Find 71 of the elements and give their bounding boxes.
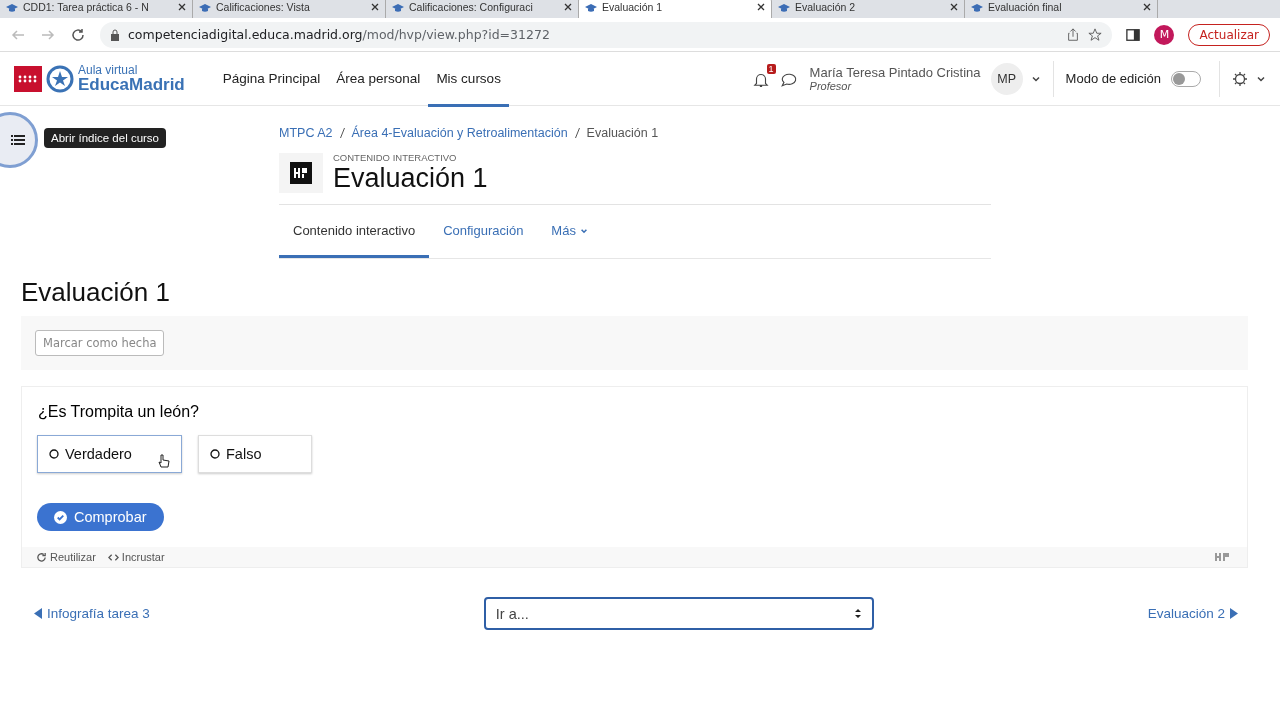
share-icon [1066, 27, 1081, 42]
lock-icon [110, 28, 120, 41]
radio-icon [210, 449, 220, 459]
breadcrumb-link[interactable]: MTPC A2 [279, 126, 333, 140]
profile-avatar[interactable]: M [1154, 24, 1175, 45]
next-link[interactable]: Evaluación 2 [1147, 606, 1238, 621]
page-heading: Evaluación 1 [21, 277, 171, 308]
separator-icon [574, 128, 580, 138]
flag-icon [14, 65, 42, 92]
close-icon[interactable] [564, 3, 572, 11]
logo-subtitle: Aula virtual [78, 64, 139, 76]
notification-badge: 1 [766, 63, 776, 74]
jump-to-select[interactable]: Ir a... [483, 597, 874, 630]
question-text: ¿Es Trompita un león? [38, 403, 200, 421]
user-role: Profesor [809, 80, 852, 92]
sort-arrows-icon [853, 608, 862, 619]
side-panel-icon [1126, 27, 1141, 42]
close-icon[interactable] [178, 3, 186, 11]
mark-done-button[interactable]: Marcar como hecha [35, 330, 165, 356]
h5p-logo-icon [290, 162, 312, 184]
cap-icon [199, 2, 211, 12]
logo-title: EducaMadrid [78, 76, 185, 93]
cap-icon [585, 2, 597, 12]
tooltip: Abrir índice del curso [44, 128, 167, 148]
footer-link[interactable]: Incrustar [107, 551, 165, 563]
tab[interactable]: Más [537, 205, 602, 258]
edit-mode-toggle[interactable] [1171, 70, 1201, 87]
previous-link[interactable]: Infografía tarea 3 [34, 606, 150, 621]
activity-title: Evaluación 1 [333, 163, 488, 194]
activity-type: CONTENIDO INTERACTIVO [333, 152, 458, 163]
user-avatar[interactable]: MP [990, 62, 1023, 95]
cap-icon [6, 2, 18, 12]
star-icon [1088, 27, 1103, 42]
tab[interactable]: Configuración [429, 205, 538, 258]
triangle-left-icon [34, 608, 42, 619]
gear-icon [1232, 70, 1248, 87]
nav-link[interactable]: Mis cursos [428, 53, 509, 107]
browser-tab[interactable]: Evaluación final [965, 0, 1158, 18]
star-logo-icon [46, 64, 74, 93]
browser-tab[interactable]: CDD1: Tarea práctica 6 - N [0, 0, 193, 18]
triangle-right-icon [1230, 608, 1238, 619]
address-bar[interactable]: competenciadigital.educa.madrid.org/mod/hvp/view.php?id=31272 [100, 21, 1113, 48]
radio-icon [49, 449, 59, 459]
breadcrumb-current: Evaluación 1 [586, 126, 659, 140]
nav-link[interactable]: Área personal [328, 53, 429, 107]
cap-icon [392, 2, 404, 12]
list-icon [11, 134, 25, 146]
answer-option[interactable]: Falso [198, 435, 312, 473]
check-button[interactable]: Comprobar [37, 503, 164, 531]
user-name: María Teresa Pintado Cristina [809, 65, 981, 80]
reload-icon [70, 26, 86, 43]
edit-mode-label: Modo de edición [1065, 71, 1161, 86]
update-button[interactable]: Actualizar [1188, 23, 1270, 46]
answer-option[interactable]: Verdadero [37, 435, 182, 473]
breadcrumb-link[interactable]: Área 4-Evaluación y Retroalimentación [351, 126, 568, 140]
separator-icon [339, 128, 345, 138]
close-icon[interactable] [371, 3, 379, 11]
cap-icon [971, 2, 983, 12]
check-circle-icon [54, 510, 67, 524]
footer-link[interactable]: Reutilizar [36, 551, 96, 563]
browser-tab[interactable]: Evaluación 2 [772, 0, 965, 18]
browser-tab[interactable]: Evaluación 1 [579, 0, 772, 18]
refresh-icon [36, 551, 47, 563]
close-icon[interactable] [757, 3, 765, 11]
close-icon[interactable] [1143, 3, 1151, 11]
browser-tab[interactable]: Calificaciones: Vista [193, 0, 386, 18]
tab[interactable]: Contenido interactivo [279, 205, 430, 258]
cap-icon [778, 2, 790, 12]
nav-link[interactable]: Página Principal [214, 53, 329, 107]
close-icon[interactable] [950, 3, 958, 11]
hand-cursor-icon [158, 454, 170, 470]
